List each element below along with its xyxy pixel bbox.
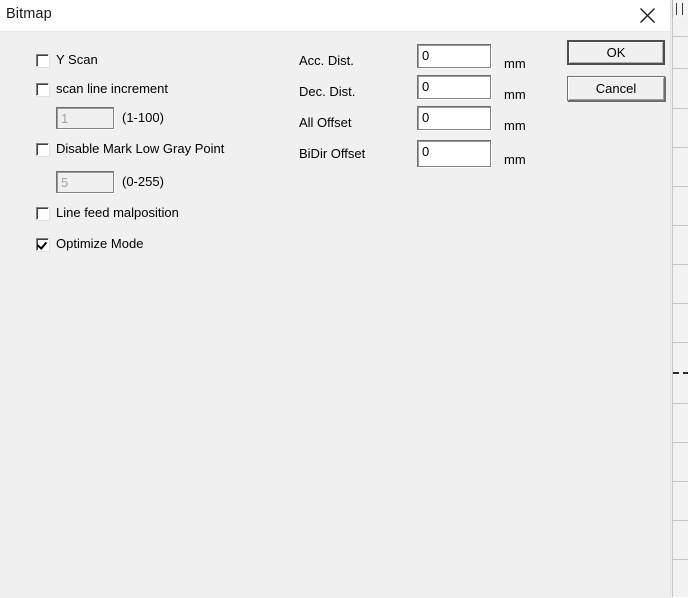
- label-dec-dist: Dec. Dist.: [299, 84, 356, 99]
- range-label-low-gray-point: (0-255): [122, 174, 164, 189]
- checkbox-label-scan-line-increment[interactable]: scan line increment: [56, 81, 168, 96]
- close-icon[interactable]: [624, 0, 670, 31]
- list-row-divider: [673, 147, 688, 148]
- unit-all-offset: mm: [504, 118, 526, 133]
- dialog-title: Bitmap: [6, 6, 52, 22]
- header-tick: [676, 3, 677, 15]
- label-bidir-offset: BiDir Offset: [299, 146, 366, 161]
- input-low-gray-point[interactable]: 5: [56, 171, 114, 193]
- background-list-panel[interactable]: [672, 18, 688, 597]
- unit-dec-dist: mm: [504, 87, 526, 102]
- label-all-offset: All Offset: [299, 115, 352, 130]
- bitmap-dialog: Bitmap Y Scan scan line increment 1 (1-1…: [0, 0, 670, 598]
- list-selection-indicator: [673, 372, 688, 374]
- input-acc-dist[interactable]: 0: [417, 44, 491, 68]
- list-row-divider: [673, 68, 688, 69]
- list-row-divider: [673, 403, 688, 404]
- input-dec-dist[interactable]: 0: [417, 75, 491, 99]
- cancel-button[interactable]: Cancel: [567, 76, 665, 101]
- checkbox-label-optimize-mode[interactable]: Optimize Mode: [56, 236, 143, 251]
- checkbox-line-feed-malposition[interactable]: [36, 207, 49, 220]
- checkbox-scan-line-increment[interactable]: [36, 83, 49, 96]
- list-row-divider: [673, 442, 688, 443]
- input-all-offset[interactable]: 0: [417, 106, 491, 130]
- list-row-divider: [673, 481, 688, 482]
- list-row-divider: [673, 303, 688, 304]
- list-row-divider: [673, 342, 688, 343]
- unit-bidir-offset: mm: [504, 152, 526, 167]
- checkbox-label-y-scan[interactable]: Y Scan: [56, 52, 98, 67]
- input-scan-line-increment[interactable]: 1: [56, 107, 114, 129]
- range-label-scan-line-increment: (1-100): [122, 110, 164, 125]
- list-row-divider: [673, 520, 688, 521]
- list-row-divider: [673, 108, 688, 109]
- checkbox-disable-mark-low-gray-point[interactable]: [36, 143, 49, 156]
- list-row-divider: [673, 559, 688, 560]
- header-tick: [682, 3, 683, 15]
- checkbox-label-disable-mark-low-gray-point[interactable]: Disable Mark Low Gray Point: [56, 141, 224, 156]
- label-acc-dist: Acc. Dist.: [299, 53, 354, 68]
- background-column-header: [672, 0, 688, 19]
- checkbox-optimize-mode[interactable]: [36, 238, 49, 251]
- list-row-divider: [673, 264, 688, 265]
- dialog-titlebar[interactable]: Bitmap: [0, 0, 670, 32]
- checkbox-label-line-feed-malposition[interactable]: Line feed malposition: [56, 205, 179, 220]
- list-row-divider: [673, 186, 688, 187]
- list-row-divider: [673, 225, 688, 226]
- ok-button[interactable]: OK: [567, 40, 665, 65]
- checkbox-y-scan[interactable]: [36, 54, 49, 67]
- dialog-body: Y Scan scan line increment 1 (1-100) Dis…: [0, 32, 670, 598]
- unit-acc-dist: mm: [504, 56, 526, 71]
- list-row-divider: [673, 36, 688, 37]
- input-bidir-offset[interactable]: 0: [417, 140, 491, 167]
